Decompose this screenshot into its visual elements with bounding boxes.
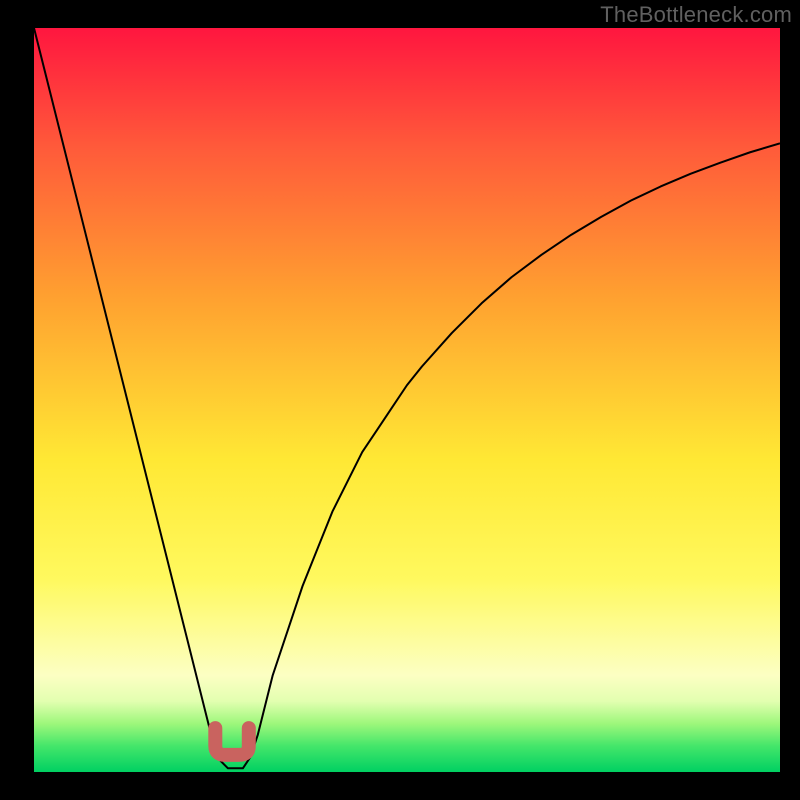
gradient-background	[34, 28, 780, 772]
bottleneck-plot	[34, 28, 780, 772]
chart-frame: TheBottleneck.com	[0, 0, 800, 800]
watermark-text: TheBottleneck.com	[600, 2, 792, 28]
